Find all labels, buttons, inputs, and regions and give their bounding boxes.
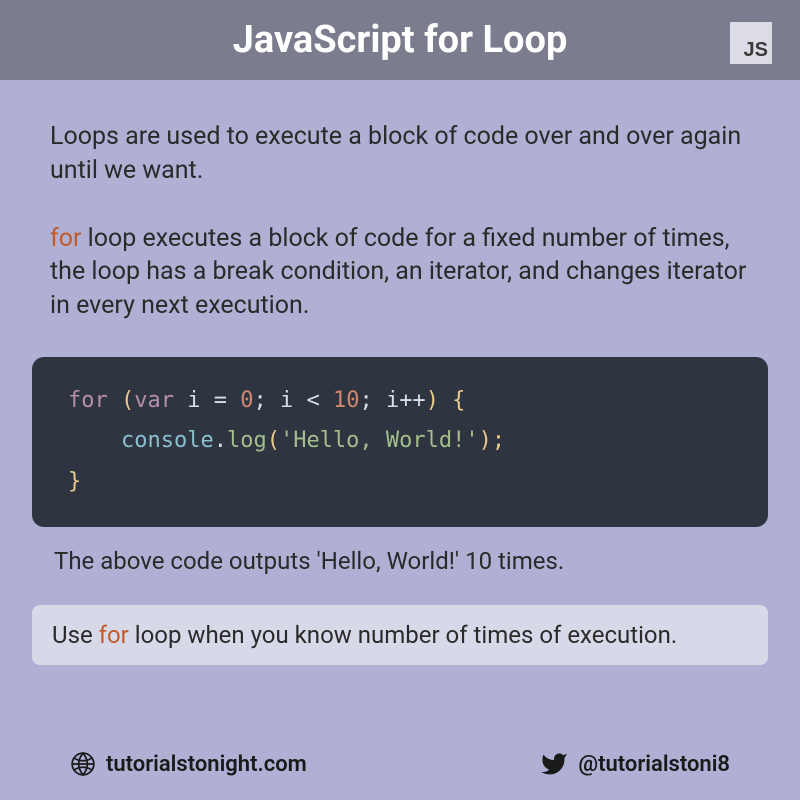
header-bar: JavaScript for Loop JS xyxy=(0,0,800,80)
twitter-handle: @tutorialstoni8 xyxy=(578,752,730,777)
footer: tutorialstonight.com @tutorialstoni8 xyxy=(0,750,800,778)
tip-pre: Use xyxy=(52,621,99,649)
code-line-3: } xyxy=(68,462,732,503)
code-block: for (var i = 0; i < 10; i++) { console.l… xyxy=(32,357,768,527)
page-title: JavaScript for Loop xyxy=(233,18,568,62)
tip-keyword: for xyxy=(99,621,129,649)
globe-icon xyxy=(70,751,96,777)
js-badge: JS xyxy=(730,22,772,64)
tip-box: Use for loop when you know number of tim… xyxy=(32,605,768,665)
intro-paragraph: Loops are used to execute a block of cod… xyxy=(50,120,750,188)
code-line-1: for (var i = 0; i < 10; i++) { xyxy=(68,381,732,422)
content-area: Loops are used to execute a block of cod… xyxy=(0,80,800,665)
for-keyword: for xyxy=(50,224,81,253)
output-note: The above code outputs 'Hello, World!' 1… xyxy=(50,547,750,575)
tip-post: loop when you know number of times of ex… xyxy=(129,621,677,649)
for-description-text: loop executes a block of code for a fixe… xyxy=(50,224,746,321)
footer-handle: @tutorialstoni8 xyxy=(540,750,730,778)
code-line-2: console.log('Hello, World!'); xyxy=(68,421,732,462)
for-description: for loop executes a block of code for a … xyxy=(50,222,750,323)
twitter-icon xyxy=(540,750,568,778)
site-url: tutorialstonight.com xyxy=(106,752,307,777)
footer-site: tutorialstonight.com xyxy=(70,751,307,777)
